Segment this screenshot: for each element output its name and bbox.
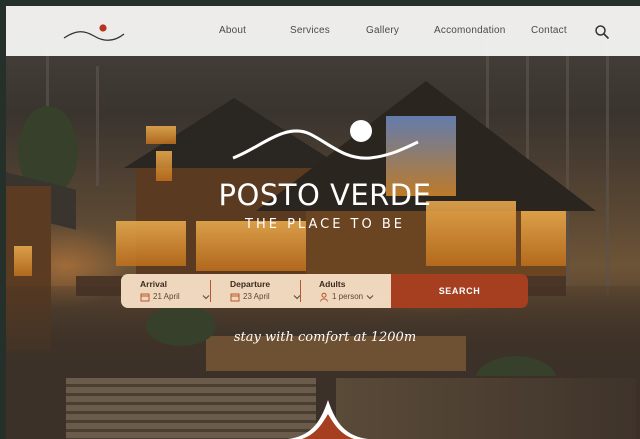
nav-gallery-link[interactable]: Gallery [366, 25, 399, 36]
nav-contact-link[interactable]: Contact [531, 25, 567, 36]
cabin-window [521, 211, 566, 266]
departure-value: 23 April [243, 292, 270, 301]
booking-bar: Arrival 21 April Departure 23 April Adul… [121, 274, 528, 308]
cabin-window [156, 151, 172, 181]
cabin-window [146, 126, 176, 144]
tree [96, 66, 99, 186]
booking-fields: Arrival 21 April Departure 23 April Adul… [121, 274, 391, 308]
person-icon [320, 292, 328, 302]
lower-wall [336, 378, 636, 439]
chevron-down-icon [366, 295, 374, 300]
cabin-window [14, 246, 32, 276]
arrival-label: Arrival [140, 279, 167, 289]
nav-about-link[interactable]: About [219, 25, 246, 36]
departure-label: Departure [230, 279, 271, 289]
hero-title: POSTO VERDE [218, 178, 432, 212]
adults-value: 1 person [332, 292, 364, 301]
cabin-window [116, 221, 186, 266]
section-emblem-icon [288, 400, 368, 439]
stairs [66, 378, 316, 439]
calendar-icon [140, 293, 150, 302]
departure-field[interactable]: Departure 23 April [230, 279, 306, 305]
field-divider [210, 280, 211, 302]
calendar-icon [230, 293, 240, 302]
wave-sun-logo-icon[interactable] [62, 22, 126, 46]
top-navbar: About Services Gallery Accomondation Con… [6, 6, 640, 56]
tree [606, 36, 609, 296]
nav-services-link[interactable]: Services [290, 25, 330, 36]
adults-label: Adults [319, 279, 346, 289]
hero-subtitle: THE PLACE TO BE [245, 217, 405, 232]
chevron-down-icon [202, 295, 210, 300]
mountain-sun-logo-icon [232, 120, 419, 160]
nav-accomondation-link[interactable]: Accomondation [434, 25, 506, 36]
adults-field[interactable]: Adults 1 person [319, 279, 385, 305]
search-button[interactable]: SEARCH [391, 274, 528, 308]
hero-tagline: stay with comfort at 1200m [233, 330, 417, 345]
arrival-field[interactable]: Arrival 21 April [140, 279, 212, 305]
search-icon[interactable] [594, 24, 610, 40]
field-divider [300, 280, 301, 302]
arrival-value: 21 April [153, 292, 180, 301]
